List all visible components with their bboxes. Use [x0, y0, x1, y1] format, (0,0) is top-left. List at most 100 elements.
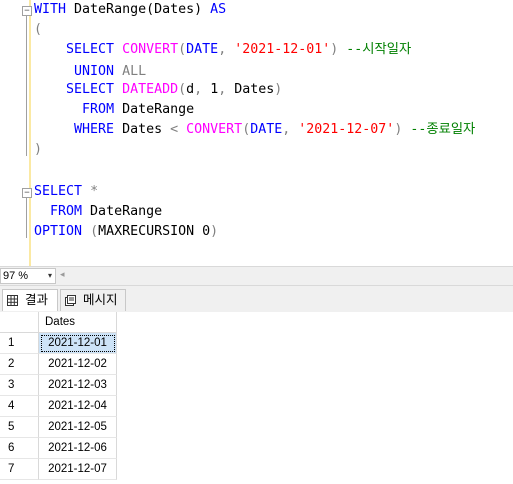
tab-messages-label: 메시지: [83, 293, 118, 307]
code-token: DateRange(Dates): [66, 2, 211, 17]
code-token: AS: [210, 2, 227, 17]
code-token: ,: [282, 122, 299, 137]
editor-gutter: − −: [0, 0, 32, 266]
code-token: CONVERT: [186, 122, 243, 137]
code-token: OPTION: [34, 224, 83, 239]
editor-status-bar: 97 % ▾ ◂: [0, 266, 513, 286]
code-token: ,: [218, 82, 235, 97]
row-number[interactable]: 3: [0, 375, 39, 396]
collapse-icon[interactable]: −: [22, 6, 32, 16]
code-token: ,: [218, 42, 235, 57]
tab-results-label: 결과: [25, 293, 49, 307]
code-token: --시작일자: [346, 42, 412, 57]
code-line[interactable]: FROM DateRange: [34, 202, 162, 222]
column-header-dates[interactable]: Dates: [39, 312, 117, 333]
code-token: ): [210, 224, 219, 239]
row-number[interactable]: 6: [0, 438, 39, 459]
code-token: UNION: [74, 64, 115, 79]
code-token: WHERE: [74, 122, 115, 137]
code-line[interactable]: OPTION (MAXRECURSION 0): [34, 222, 218, 242]
code-token: DATE: [250, 122, 283, 137]
code-token: Dates: [234, 82, 275, 97]
row-number[interactable]: 4: [0, 396, 39, 417]
code-token: ): [34, 142, 43, 157]
collapse-icon[interactable]: −: [22, 188, 32, 198]
date-cell[interactable]: 2021-12-02: [39, 354, 117, 375]
row-number[interactable]: 5: [0, 417, 39, 438]
code-line[interactable]: WHERE Dates < CONVERT(DATE, '2021-12-07'…: [34, 120, 475, 140]
date-cell[interactable]: 2021-12-04: [39, 396, 117, 417]
code-token: MAXRECURSION: [98, 224, 203, 239]
code-token: DateRange: [82, 204, 163, 219]
code-line[interactable]: (: [34, 20, 42, 40]
code-token: '2021-12-07': [298, 122, 395, 137]
row-number[interactable]: 7: [0, 459, 39, 480]
code-token: ): [274, 82, 283, 97]
change-indicator-bar: [29, 0, 31, 266]
code-token: <: [170, 122, 179, 137]
code-line[interactable]: SELECT DATEADD(d, 1, Dates): [34, 80, 282, 100]
code-token: Dates: [114, 122, 171, 137]
message-icon: [65, 295, 76, 306]
zoom-dropdown[interactable]: 97 % ▾: [0, 268, 56, 284]
code-line[interactable]: SELECT CONVERT(DATE, '2021-12-01') --시작일…: [34, 40, 411, 60]
code-token: WITH: [34, 2, 67, 17]
date-cell[interactable]: 2021-12-05: [39, 417, 117, 438]
code-token: SELECT: [66, 82, 115, 97]
date-cell[interactable]: 2021-12-03: [39, 375, 117, 396]
code-token: (: [178, 42, 187, 57]
code-token: DateRange: [114, 102, 195, 117]
code-line[interactable]: FROM DateRange: [34, 100, 194, 120]
code-token: (: [90, 224, 99, 239]
query-editor[interactable]: − − WITH DateRange(Dates) AS( SELECT CON…: [0, 0, 513, 266]
results-grid[interactable]: Dates 1 2021-12-01 2 2021-12-02 3 2021-12-03 4…: [0, 312, 513, 484]
code-token: 0: [202, 224, 211, 239]
date-cell[interactable]: 2021-12-01: [39, 333, 117, 354]
date-cell[interactable]: 2021-12-07: [39, 459, 117, 480]
code-token: SELECT: [66, 42, 115, 57]
fold-guide: [26, 198, 27, 238]
row-number[interactable]: 2: [0, 354, 39, 375]
code-token: '2021-12-01': [234, 42, 331, 57]
code-line[interactable]: WITH DateRange(Dates) AS: [34, 0, 226, 20]
code-token: 1: [210, 82, 219, 97]
code-line[interactable]: UNION ALL: [34, 62, 146, 82]
code-line[interactable]: ): [34, 140, 42, 160]
grid-icon: [7, 295, 18, 306]
code-token: FROM: [82, 102, 115, 117]
code-token: CONVERT: [122, 42, 179, 57]
code-token: DATEADD: [122, 82, 179, 97]
code-token: (: [178, 82, 187, 97]
code-token: ,: [194, 82, 211, 97]
code-line[interactable]: SELECT *: [34, 182, 98, 202]
code-token: DATE: [186, 42, 219, 57]
row-number[interactable]: 1: [0, 333, 39, 354]
fold-guide: [26, 16, 27, 156]
code-token: *: [90, 184, 99, 199]
code-token: ALL: [122, 64, 147, 79]
code-token: ): [330, 42, 347, 57]
code-token: --종료일자: [410, 122, 476, 137]
date-cell[interactable]: 2021-12-06: [39, 438, 117, 459]
grid-empty-area: [117, 312, 513, 484]
tab-results[interactable]: 결과: [2, 289, 58, 311]
grid-corner[interactable]: [0, 312, 39, 333]
code-token: SELECT: [34, 184, 83, 199]
code-token: FROM: [50, 204, 83, 219]
tab-messages[interactable]: 메시지: [60, 289, 126, 311]
chevron-down-icon: ▾: [47, 271, 52, 280]
scroll-left-arrow[interactable]: ◂: [60, 269, 65, 280]
result-tabs: 결과 메시지: [0, 286, 513, 312]
